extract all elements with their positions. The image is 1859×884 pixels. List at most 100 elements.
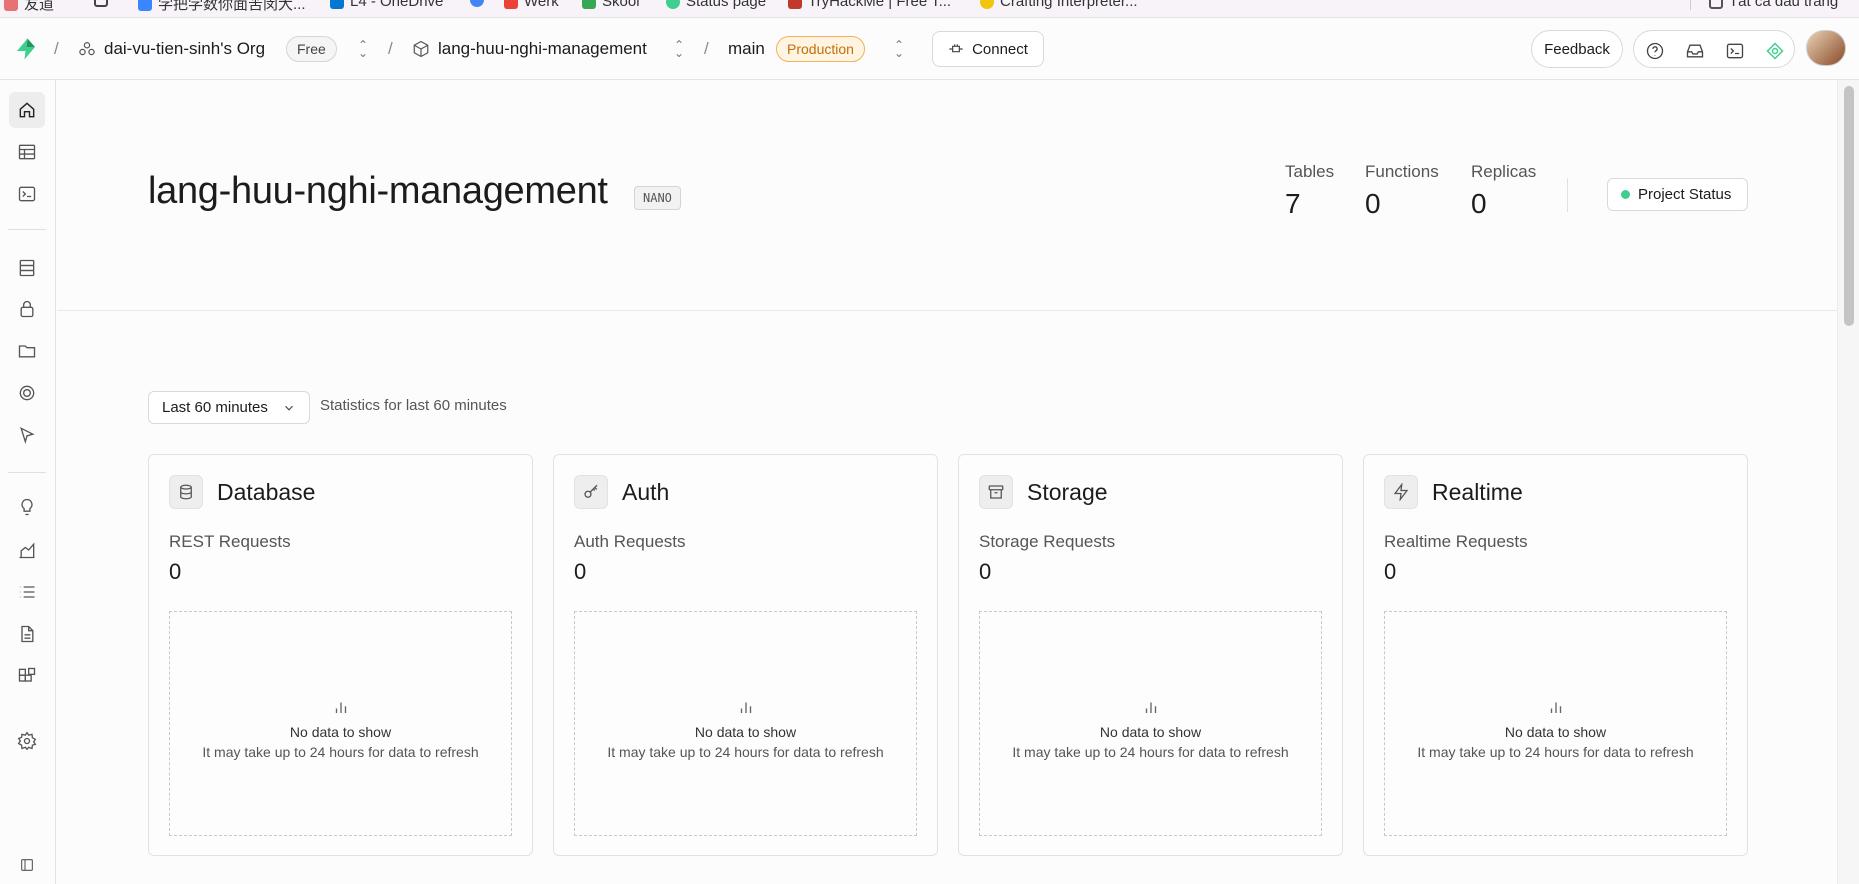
sidebar-collapse-button[interactable] xyxy=(9,850,45,880)
sidebar-item-edge-functions[interactable] xyxy=(9,417,45,453)
project-selector[interactable]: lang-huu-nghi-management xyxy=(412,18,647,80)
terminal-icon xyxy=(18,186,36,202)
vertical-scrollbar[interactable] xyxy=(1837,80,1859,884)
time-range-select[interactable]: Last 60 minutes xyxy=(148,391,310,424)
organization-icon xyxy=(79,42,95,56)
help-icon[interactable] xyxy=(1640,36,1670,66)
org-switcher-button[interactable]: ⌃ ⌄ xyxy=(358,18,368,80)
bookmark-item[interactable]: 友道 xyxy=(4,0,54,14)
sidebar-item-realtime[interactable] xyxy=(9,375,45,411)
top-navigation-bar: / dai-vu-tien-sinh's Org Free ⌃ ⌄ / lang-… xyxy=(0,18,1859,80)
sidebar-item-home[interactable] xyxy=(9,92,45,128)
bookmark-item[interactable]: Skool xyxy=(582,0,640,10)
card-metric-label: Auth Requests xyxy=(574,532,686,551)
stat-functions[interactable]: Functions 0 xyxy=(1365,162,1439,220)
status-icon xyxy=(666,0,680,9)
stat-label: Tables xyxy=(1285,162,1335,181)
time-range-value: Last 60 minutes xyxy=(162,399,268,416)
bookmark-icon xyxy=(138,0,152,11)
supabase-logo-icon[interactable] xyxy=(14,37,38,61)
sidebar-item-auth[interactable] xyxy=(9,291,45,327)
bar-chart-icon xyxy=(1550,702,1561,713)
gear-icon xyxy=(17,731,37,751)
card-metric-label: REST Requests xyxy=(169,532,291,551)
sidebar-item-sql-editor[interactable] xyxy=(9,176,45,212)
bar-chart-icon xyxy=(335,702,346,713)
empty-chart: No data to show It may take up to 24 hou… xyxy=(574,611,917,836)
bookmark-item[interactable] xyxy=(470,0,484,7)
ai-assistant-icon[interactable] xyxy=(1760,36,1790,66)
inbox-icon[interactable] xyxy=(1680,36,1710,66)
all-bookmarks[interactable]: Tất cả dấu trang xyxy=(1690,0,1838,10)
document-icon xyxy=(21,625,34,643)
lock-icon xyxy=(20,300,34,318)
sidebar-item-settings[interactable] xyxy=(9,723,45,759)
connect-button[interactable]: Connect xyxy=(932,31,1044,67)
card-metric-value: 0 xyxy=(574,559,587,584)
branch-switcher-button[interactable]: ⌃ ⌄ xyxy=(894,18,904,80)
sidebar-item-advisors[interactable] xyxy=(9,489,45,525)
database-icon xyxy=(169,475,203,509)
usage-card-auth[interactable]: Auth Auth Requests 0 No data to show It … xyxy=(553,454,938,856)
bookmarks-bar: 友道 学把学数你面苦闵大... L4 - OneDrive Werk Skool… xyxy=(0,0,1859,18)
plug-icon xyxy=(949,44,963,53)
sidebar-item-api-docs[interactable] xyxy=(9,616,45,652)
empty-note: It may take up to 24 hours for data to r… xyxy=(607,743,884,760)
terminal-icon[interactable] xyxy=(1720,36,1750,66)
sidebar-item-table-editor[interactable] xyxy=(9,134,45,170)
scrollbar-thumb[interactable] xyxy=(1844,86,1854,326)
sidebar-item-integrations[interactable] xyxy=(9,658,45,694)
card-metric-value: 0 xyxy=(1384,559,1397,584)
empty-chart: No data to show It may take up to 24 hou… xyxy=(169,611,512,836)
onedrive-icon xyxy=(330,0,344,9)
feedback-button[interactable]: Feedback xyxy=(1531,30,1623,68)
org-name: dai-vu-tien-sinh's Org xyxy=(104,39,266,58)
org-selector[interactable]: dai-vu-tien-sinh's Org xyxy=(78,18,265,80)
user-avatar[interactable] xyxy=(1806,30,1846,66)
stat-label: Functions xyxy=(1365,162,1439,181)
sidebar-item-reports[interactable] xyxy=(9,532,45,568)
project-name-crumb: lang-huu-nghi-management xyxy=(438,39,647,58)
breadcrumb-separator: / xyxy=(54,39,59,58)
card-metric-label: Realtime Requests xyxy=(1384,532,1528,551)
chevron-down-icon xyxy=(284,405,293,411)
gmail-icon xyxy=(582,0,596,9)
sidebar-item-database[interactable] xyxy=(9,250,45,286)
bar-chart-icon xyxy=(740,702,751,713)
stat-tables[interactable]: Tables 7 xyxy=(1285,162,1334,220)
left-sidebar xyxy=(0,80,56,884)
usage-card-database[interactable]: Database REST Requests 0 No data to show… xyxy=(148,454,533,856)
compute-size-badge: NANO xyxy=(634,186,681,210)
box-icon xyxy=(413,40,429,58)
usage-card-storage[interactable]: Storage Storage Requests 0 No data to sh… xyxy=(958,454,1343,856)
bookmark-item[interactable]: 学把学数你面苦闵大... xyxy=(138,0,306,14)
sidebar-item-storage[interactable] xyxy=(9,333,45,369)
stat-replicas[interactable]: Replicas 0 xyxy=(1471,162,1536,220)
apps-icon[interactable] xyxy=(94,0,108,7)
bookmark-item[interactable]: Status page xyxy=(666,0,766,10)
branch-name: main xyxy=(728,39,765,58)
bookmark-item[interactable]: TryHackMe | Free T... xyxy=(788,0,951,10)
usage-card-realtime[interactable]: Realtime Realtime Requests 0 No data to … xyxy=(1363,454,1748,856)
sidebar-item-logs[interactable] xyxy=(9,574,45,610)
stat-value: 7 xyxy=(1285,188,1301,219)
card-title: Database xyxy=(217,478,316,505)
empty-note: It may take up to 24 hours for data to r… xyxy=(1417,743,1694,760)
project-status-button[interactable]: Project Status xyxy=(1607,178,1748,211)
integrations-icon xyxy=(18,667,36,682)
environment-badge: Production xyxy=(776,36,865,62)
breadcrumb-separator: / xyxy=(388,39,393,58)
key-icon xyxy=(574,475,608,509)
branch-selector[interactable]: main xyxy=(728,18,765,80)
database-icon xyxy=(19,259,35,277)
list-icon xyxy=(19,586,35,598)
google-icon xyxy=(470,0,484,7)
stat-value: 0 xyxy=(1365,188,1381,219)
empty-title: No data to show xyxy=(289,723,392,740)
bookmark-item[interactable]: Werk xyxy=(504,0,559,10)
card-title: Storage xyxy=(1027,478,1108,505)
stat-label: Replicas xyxy=(1471,162,1537,181)
bookmark-item[interactable]: L4 - OneDrive xyxy=(330,0,443,10)
project-switcher-button[interactable]: ⌃ ⌄ xyxy=(674,18,684,80)
bookmark-item[interactable]: Crafting Interpreter... xyxy=(980,0,1138,10)
